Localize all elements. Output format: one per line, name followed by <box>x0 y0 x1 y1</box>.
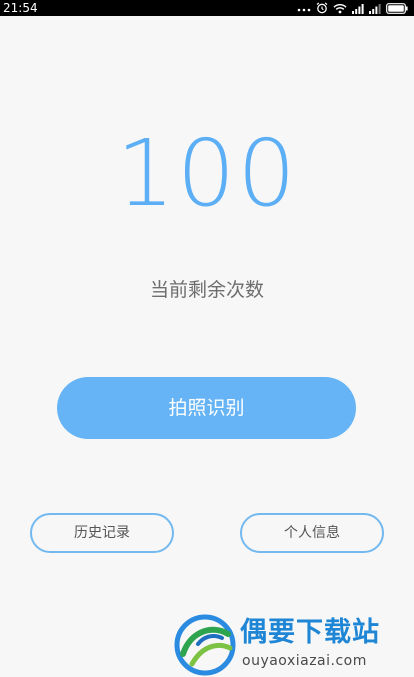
profile-button[interactable]: 个人信息 <box>240 513 384 553</box>
watermark-url: ouyaoxiazai.com <box>242 653 367 669</box>
photo-recognize-button[interactable]: 拍照识别 <box>57 377 356 439</box>
battery-icon <box>386 2 408 14</box>
status-bar: 21:54 <box>0 0 414 16</box>
alarm-icon <box>316 2 328 14</box>
remaining-count: 100 <box>116 120 298 227</box>
status-time: 21:54 <box>3 1 38 15</box>
signal-icon <box>369 3 381 14</box>
watermark-brand: 偶要下载站 <box>240 617 380 648</box>
status-icons <box>297 2 408 14</box>
watermark-logo-icon <box>174 614 236 677</box>
remaining-count-label: 当前剩余次数 <box>149 279 264 301</box>
wifi-icon <box>333 3 347 14</box>
more-dots-icon <box>297 3 311 13</box>
watermark: 偶要下载站 ouyaoxiazai.com <box>174 612 414 677</box>
signal-icon <box>352 3 364 14</box>
history-button[interactable]: 历史记录 <box>30 513 174 553</box>
